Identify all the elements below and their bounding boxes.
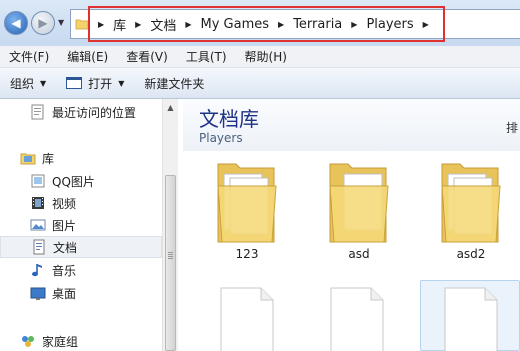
folder-item[interactable]: 123 (192, 156, 302, 271)
address-row: ◀ ▶ ▼ ▶ 库 ▶ 文档 ▶ My Games ▶ Terraria ▶ P… (0, 0, 520, 46)
window-icon (66, 77, 83, 89)
pictures-icon (30, 219, 46, 231)
homegroup-icon (22, 336, 34, 347)
sidebar-item-library[interactable]: 库 (20, 147, 54, 169)
sidebar-item-label: 家庭组 (42, 334, 79, 349)
sidebar-item-label: 音乐 (52, 263, 77, 278)
organize-label: 组织 (10, 76, 35, 91)
breadcrumb: ▶ 库 ▶ 文档 ▶ My Games ▶ Terraria ▶ Players… (98, 15, 438, 34)
sidebar-item-videos[interactable]: 视频 (30, 192, 76, 214)
recent-places-icon (31, 104, 44, 120)
menu-help[interactable]: 帮助(H) (236, 48, 296, 65)
sidebar-item-documents[interactable]: 文档 (0, 236, 162, 258)
sidebar-item-label: 文档 (53, 240, 78, 255)
library-subtitle: Players (199, 131, 243, 145)
scroll-up-arrow-icon[interactable]: ▲ (163, 99, 178, 116)
forward-button[interactable]: ▶ (31, 11, 55, 35)
breadcrumb-item[interactable]: 库 (113, 15, 126, 34)
chevron-right-icon[interactable]: ▶ (278, 20, 284, 29)
sidebar-item-label: 图片 (52, 218, 77, 233)
chevron-right-icon[interactable]: ▶ (185, 20, 191, 29)
folder-name: asd (348, 247, 370, 261)
folder-icon (329, 163, 389, 243)
folder-item[interactable]: asd2 (416, 156, 520, 271)
film-icon (32, 197, 44, 209)
sidebar-item-homegroup[interactable]: 家庭组 (20, 330, 78, 351)
organize-button[interactable]: 组织 ▼ (0, 68, 56, 98)
file-item-selected[interactable] (420, 280, 520, 351)
menu-view[interactable]: 查看(V) (117, 48, 177, 65)
sidebar-item-qq-pictures[interactable]: QQ图片 (30, 170, 95, 192)
menu-tools[interactable]: 工具(T) (177, 48, 236, 65)
file-icon (220, 287, 274, 351)
menu-edit[interactable]: 编辑(E) (58, 48, 117, 65)
library-header: 文档库 Players 排 (183, 99, 520, 151)
chevron-down-icon: ▼ (40, 78, 47, 88)
file-list-pane: 文档库 Players 排 123 asd asd2 (183, 99, 520, 351)
file-item[interactable] (207, 284, 287, 351)
chevron-right-icon[interactable]: ▶ (135, 20, 141, 29)
library-icon (20, 153, 36, 165)
grip-icon (168, 254, 173, 255)
back-button[interactable]: ◀ (4, 11, 28, 35)
picture-folder-icon (31, 174, 45, 188)
sidebar-scrollbar[interactable]: ▲ (162, 99, 178, 351)
open-label: 打开 (88, 76, 113, 91)
sidebar-item-label: 桌面 (52, 286, 77, 301)
folder-name: 123 (235, 247, 259, 261)
file-icon (444, 287, 498, 351)
menu-bar: 文件(F) 编辑(E) 查看(V) 工具(T) 帮助(H) (0, 46, 520, 68)
file-icon (330, 287, 384, 351)
scrollbar-thumb[interactable] (165, 175, 176, 351)
new-folder-label: 新建文件夹 (144, 76, 205, 91)
open-button[interactable]: 打开 ▼ (56, 68, 134, 98)
breadcrumb-item[interactable]: Players (366, 17, 413, 32)
sidebar-item-desktop[interactable]: 桌面 (30, 282, 76, 304)
chevron-right-icon[interactable]: ▶ (423, 20, 429, 29)
menu-file[interactable]: 文件(F) (0, 48, 58, 65)
folder-item[interactable]: asd (304, 156, 414, 271)
desktop-icon (30, 287, 46, 300)
chevron-down-icon: ▼ (118, 78, 125, 88)
sidebar-item-label: 库 (42, 151, 55, 166)
sidebar-item-label: 视频 (52, 196, 77, 211)
breadcrumb-item[interactable]: Terraria (293, 17, 342, 32)
navigation-pane: 最近访问的位置 库 QQ图片 视频 图片 文档 音乐 桌面 家庭组 ▲ (0, 99, 178, 351)
breadcrumb-item[interactable]: My Games (201, 17, 270, 32)
new-folder-button[interactable]: 新建文件夹 (134, 68, 214, 98)
sidebar-item-music[interactable]: 音乐 (30, 259, 76, 281)
chevron-right-icon[interactable]: ▶ (98, 20, 104, 29)
music-note-icon (32, 264, 42, 277)
arrange-by-label[interactable]: 排 (506, 119, 518, 136)
command-bar: 组织 ▼ 打开 ▼ 新建文件夹 (0, 68, 520, 99)
documents-icon (33, 239, 45, 255)
breadcrumb-item[interactable]: 文档 (150, 15, 176, 34)
recent-pages-dropdown[interactable]: ▼ (58, 18, 64, 27)
sidebar-item-label: 最近访问的位置 (52, 105, 137, 120)
file-item[interactable] (317, 284, 397, 351)
chevron-right-icon[interactable]: ▶ (351, 20, 357, 29)
sidebar-item-recent[interactable]: 最近访问的位置 (30, 101, 136, 123)
page-title: 文档库 (199, 107, 259, 131)
sidebar-item-label: QQ图片 (52, 174, 95, 189)
folder-name: asd2 (456, 247, 486, 261)
folder-icon (75, 19, 89, 30)
folder-icon (441, 163, 501, 243)
sidebar-item-pictures[interactable]: 图片 (30, 214, 76, 236)
folder-icon (217, 163, 277, 243)
